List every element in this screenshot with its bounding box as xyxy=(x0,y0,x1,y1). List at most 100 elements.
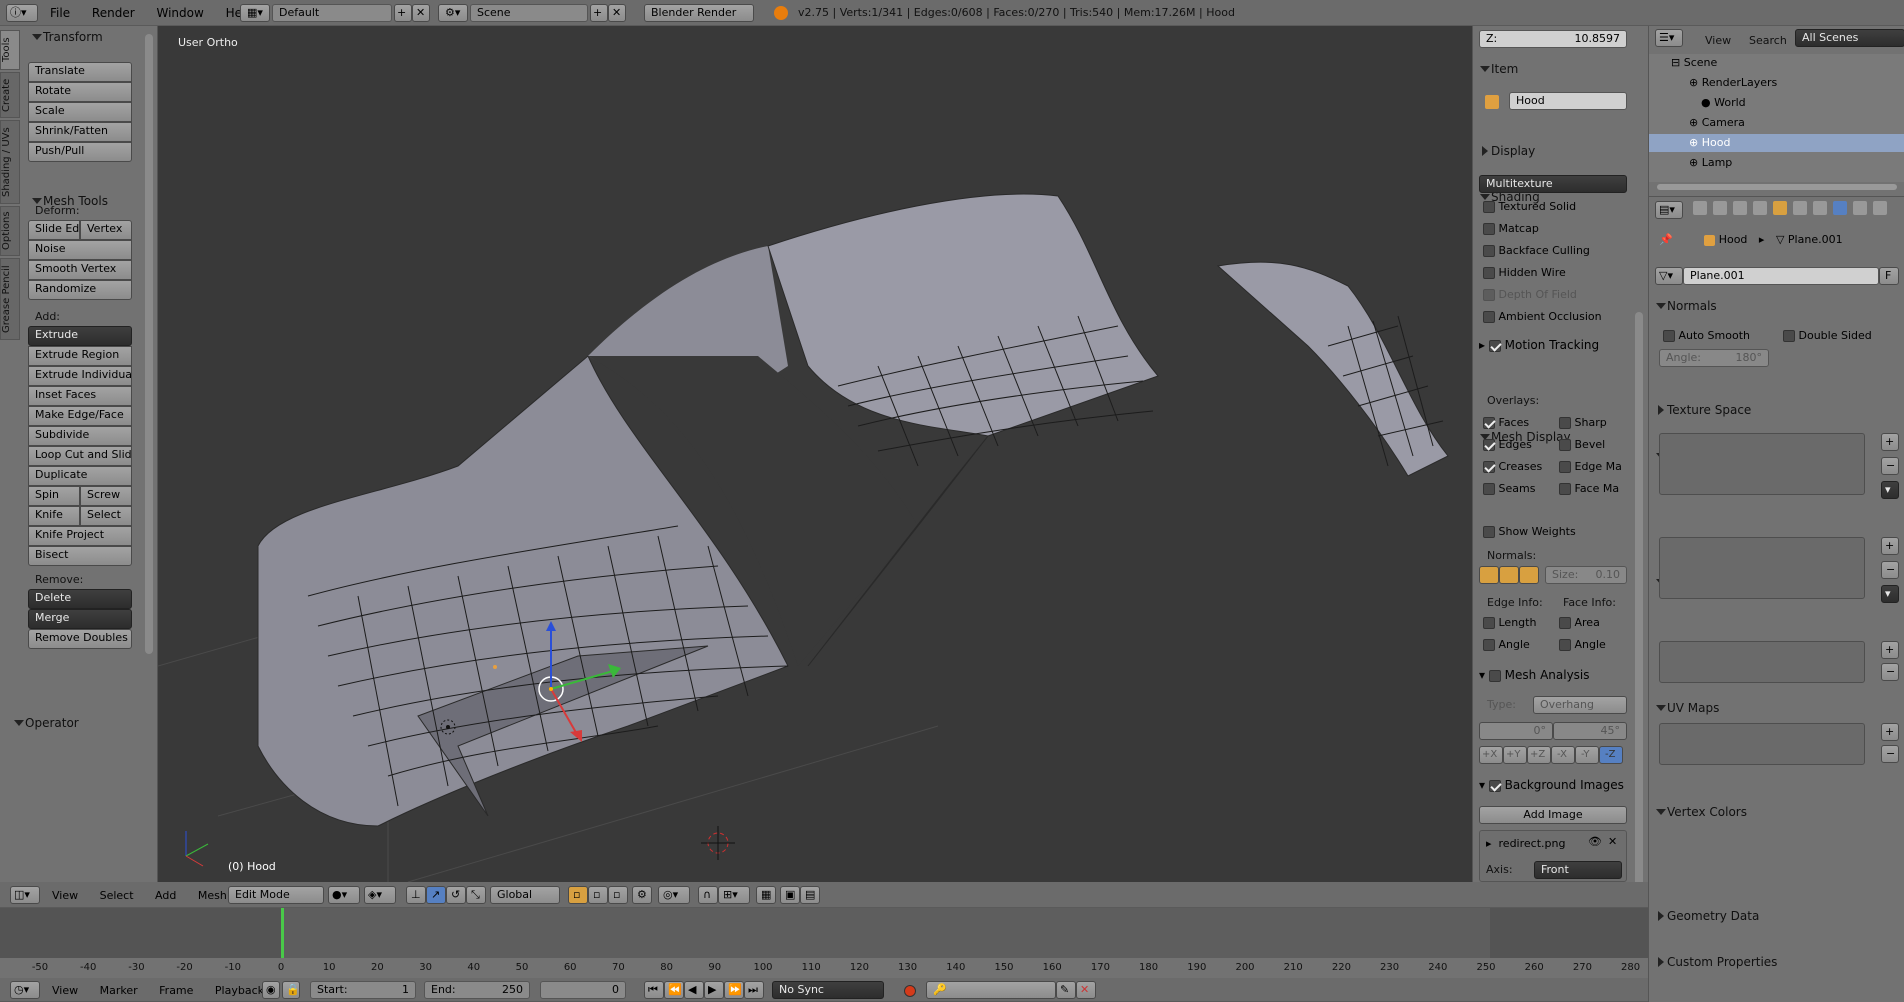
shading-select[interactable]: ●▾ xyxy=(328,886,360,904)
current-frame-field[interactable]: 0 xyxy=(540,981,626,999)
tab-tools[interactable]: Tools xyxy=(0,30,20,70)
bg-axis-select[interactable]: Front xyxy=(1534,861,1622,879)
extrude-menu[interactable]: Extrude xyxy=(28,326,132,346)
keying-set-field[interactable]: 🔑 xyxy=(926,981,1056,999)
render-engine-select[interactable]: Blender Render xyxy=(644,4,754,22)
render-anim-button[interactable]: ▤ xyxy=(800,886,820,904)
analysis-type-select[interactable]: Overhang xyxy=(1533,696,1627,714)
vertex-group-remove-button[interactable]: − xyxy=(1881,457,1899,475)
outliner-editor-button[interactable]: ☰▾ xyxy=(1655,29,1683,47)
axis-minus-z[interactable]: -Z xyxy=(1599,746,1623,764)
opt-depth-of-field[interactable]: Depth Of Field xyxy=(1483,286,1633,304)
proportional-edit-select[interactable]: ◎▾ xyxy=(658,886,690,904)
vertex-groups-list[interactable] xyxy=(1659,433,1865,495)
add-image-button[interactable]: Add Image xyxy=(1479,806,1627,824)
double-sided-option[interactable]: Double Sided xyxy=(1783,327,1872,345)
outliner-camera[interactable]: ⊕ Camera xyxy=(1649,114,1904,132)
mesh-browse-button[interactable]: ▽▾ xyxy=(1655,267,1683,285)
snap-toggle[interactable]: ∩ xyxy=(698,886,718,904)
display-panel-header[interactable]: Display xyxy=(1473,140,1648,162)
mesh-name-field[interactable]: Plane.001 xyxy=(1683,267,1879,285)
axis-plus-z[interactable]: +Z xyxy=(1527,746,1551,764)
shape-key-remove-button[interactable]: − xyxy=(1881,561,1899,579)
shrink-fatten-button[interactable]: Shrink/Fatten xyxy=(28,122,132,142)
edge-length-option[interactable]: Length xyxy=(1483,614,1536,632)
view3d-add-menu[interactable]: Add xyxy=(155,889,176,902)
texture-tab-icon[interactable] xyxy=(1873,201,1887,215)
knife-select-button[interactable]: Select xyxy=(80,506,132,526)
merge-menu[interactable]: Merge xyxy=(28,609,132,629)
limit-selection-toggle[interactable]: ⚙ xyxy=(632,886,652,904)
split-normals-button[interactable] xyxy=(1499,566,1519,584)
item-panel-header[interactable]: Item xyxy=(1473,58,1648,80)
fake-user-button[interactable]: F xyxy=(1879,267,1899,285)
snap-element-select[interactable]: ⊞▾ xyxy=(718,886,750,904)
delete-menu[interactable]: Delete xyxy=(28,589,132,609)
outliner-world[interactable]: ● World xyxy=(1649,94,1904,112)
info-editor-button[interactable]: ⓘ▾ xyxy=(6,4,38,22)
knife-project-button[interactable]: Knife Project xyxy=(28,526,132,546)
insert-keyframe-button[interactable]: ✎ xyxy=(1056,981,1076,999)
play-reverse-button[interactable]: ◀ xyxy=(684,981,704,999)
layout-add-button[interactable]: + xyxy=(394,4,412,22)
translate-button[interactable]: Translate xyxy=(28,62,132,82)
pin-icon[interactable]: 📌 xyxy=(1659,233,1673,246)
jump-keyframe-forward-button[interactable]: ⏩ xyxy=(724,981,744,999)
face-select-mode[interactable]: ▫ xyxy=(608,886,628,904)
vertex-colors-panel-header[interactable]: Vertex Colors xyxy=(1649,801,1904,823)
extrude-region-button[interactable]: Extrude Region xyxy=(28,346,132,366)
jump-keyframe-back-button[interactable]: ⏪ xyxy=(664,981,684,999)
jump-start-button[interactable]: ⏮ xyxy=(644,981,664,999)
bg-image-name[interactable]: ▸ redirect.png xyxy=(1486,835,1565,853)
current-frame-marker[interactable] xyxy=(281,908,284,958)
tab-options[interactable]: Options xyxy=(0,206,20,256)
shelf-scrollbar[interactable] xyxy=(145,34,153,654)
orientation-select[interactable]: Global xyxy=(490,886,560,904)
overlay-creases[interactable]: Creases xyxy=(1483,458,1563,476)
subdivide-button[interactable]: Subdivide xyxy=(28,426,132,446)
end-frame-field[interactable]: End: 250 xyxy=(424,981,530,999)
sync-mode-select[interactable]: No Sync xyxy=(772,981,884,999)
texture-space-panel-header[interactable]: Texture Space xyxy=(1649,399,1904,421)
overlay-edges[interactable]: Edges xyxy=(1483,436,1563,454)
data-tab-icon[interactable] xyxy=(1833,201,1847,215)
view3d-mesh-menu[interactable]: Mesh xyxy=(198,889,227,902)
custom-properties-panel-header[interactable]: Custom Properties xyxy=(1649,951,1904,973)
rotate-button[interactable]: Rotate xyxy=(28,82,132,102)
axis-plus-x[interactable]: +X xyxy=(1479,746,1503,764)
material-tab-icon[interactable] xyxy=(1853,201,1867,215)
analysis-min-field[interactable]: 0° xyxy=(1479,722,1553,740)
rotate-manip-button[interactable]: ↺ xyxy=(446,886,466,904)
overlay-sharp[interactable]: Sharp xyxy=(1559,414,1639,432)
outliner-search-menu[interactable]: Search xyxy=(1749,34,1787,47)
inset-faces-button[interactable]: Inset Faces xyxy=(28,386,132,406)
translate-manip-button[interactable]: ↗ xyxy=(426,886,446,904)
tab-create[interactable]: Create xyxy=(0,72,20,118)
timeline-frame-menu[interactable]: Frame xyxy=(159,984,193,997)
view3d-editor-button[interactable]: ◫▾ xyxy=(10,886,40,904)
viewport-3d[interactable]: User Ortho (0) Hood xyxy=(158,26,1472,882)
remove-doubles-button[interactable]: Remove Doubles xyxy=(28,629,132,649)
lock-frame-toggle[interactable]: 🔒 xyxy=(282,981,300,999)
tab-grease-pencil[interactable]: Grease Pencil xyxy=(0,258,20,340)
overlay-edge-marks[interactable]: Edge Ma xyxy=(1559,458,1639,476)
normals-panel-header[interactable]: Normals xyxy=(1649,295,1904,317)
scene-tab-icon[interactable] xyxy=(1733,201,1747,215)
show-weights-option[interactable]: Show Weights xyxy=(1483,523,1576,541)
axis-minus-y[interactable]: -Y xyxy=(1575,746,1599,764)
knife-button[interactable]: Knife xyxy=(28,506,80,526)
face-angle-option[interactable]: Angle xyxy=(1559,636,1606,654)
analysis-max-field[interactable]: 45° xyxy=(1553,722,1627,740)
z-field[interactable]: Z: 10.8597 xyxy=(1479,30,1627,48)
view3d-view-menu[interactable]: View xyxy=(52,889,78,902)
properties-editor-button[interactable]: ▤▾ xyxy=(1655,201,1683,219)
mesh-analysis-header[interactable]: ▾ Mesh Analysis xyxy=(1479,666,1590,684)
start-frame-field[interactable]: Start: 1 xyxy=(310,981,416,999)
timeline-editor-button[interactable]: ◷▾ xyxy=(10,981,40,999)
motion-tracking-header[interactable]: ▸ Motion Tracking xyxy=(1479,336,1599,354)
uv-map-remove-button[interactable]: − xyxy=(1881,663,1899,681)
scene-icon-button[interactable]: ⚙▾ xyxy=(438,4,468,22)
vertex-normals-button[interactable] xyxy=(1479,566,1499,584)
smooth-vertex-button[interactable]: Smooth Vertex xyxy=(28,260,132,280)
vertex-group-menu-button[interactable]: ▾ xyxy=(1881,481,1899,499)
